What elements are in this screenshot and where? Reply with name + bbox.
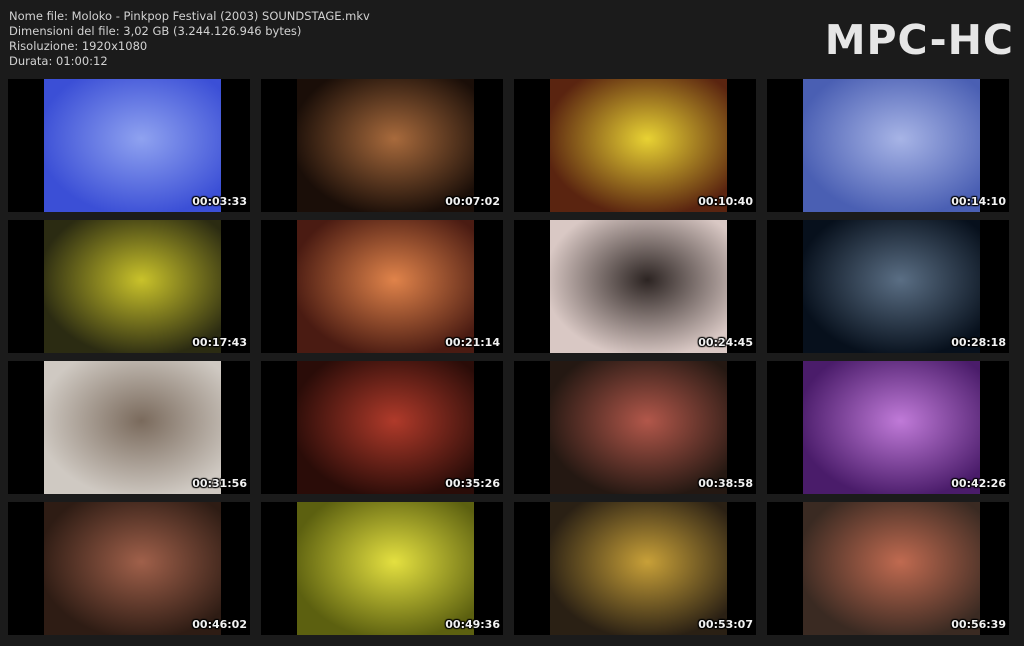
timestamp-label: 00:35:26	[445, 477, 500, 490]
frame-image	[297, 79, 474, 212]
video-thumbnail: 00:24:45	[514, 220, 756, 353]
timestamp-label: 00:17:43	[192, 336, 247, 349]
video-thumbnail: 00:56:39	[767, 502, 1009, 635]
frame-image	[297, 361, 474, 494]
timestamp-label: 00:24:45	[698, 336, 753, 349]
video-thumbnail: 00:03:33	[8, 79, 250, 212]
video-thumbnail: 00:21:14	[261, 220, 503, 353]
frame-image	[297, 502, 474, 635]
frame-image	[550, 220, 727, 353]
timestamp-label: 00:31:56	[192, 477, 247, 490]
video-thumbnail: 00:53:07	[514, 502, 756, 635]
timestamp-label: 00:28:18	[951, 336, 1006, 349]
frame-image	[803, 220, 980, 353]
timestamp-label: 00:53:07	[698, 618, 753, 631]
frame-image	[550, 502, 727, 635]
video-thumbnail: 00:35:26	[261, 361, 503, 494]
frame-image	[44, 79, 221, 212]
resolution-line: Risoluzione: 1920x1080	[9, 39, 148, 53]
video-thumbnail: 00:28:18	[767, 220, 1009, 353]
thumbnail-grid: 00:03:33 00:07:02 00:10:40 00:14:10 00:17:43…	[8, 79, 1009, 635]
video-thumbnail: 00:46:02	[8, 502, 250, 635]
timestamp-label: 00:14:10	[951, 195, 1006, 208]
video-thumbnail: 00:31:56	[8, 361, 250, 494]
timestamp-label: 00:42:26	[951, 477, 1006, 490]
timestamp-label: 00:49:36	[445, 618, 500, 631]
file-size-line: Dimensioni del file: 3,02 GB (3.244.126.…	[9, 24, 302, 38]
video-thumbnail: 00:07:02	[261, 79, 503, 212]
timestamp-label: 00:07:02	[445, 195, 500, 208]
timestamp-label: 00:56:39	[951, 618, 1006, 631]
duration-line: Durata: 01:00:12	[9, 54, 108, 68]
frame-image	[803, 361, 980, 494]
file-info: Nome file: Moloko - Pinkpop Festival (20…	[9, 9, 370, 69]
video-thumbnail: 00:49:36	[261, 502, 503, 635]
frame-image	[44, 361, 221, 494]
video-thumbnail: 00:10:40	[514, 79, 756, 212]
video-thumbnail: 00:42:26	[767, 361, 1009, 494]
file-name-line: Nome file: Moloko - Pinkpop Festival (20…	[9, 9, 370, 23]
video-thumbnail: 00:17:43	[8, 220, 250, 353]
frame-image	[803, 502, 980, 635]
frame-image	[44, 220, 221, 353]
frame-image	[550, 79, 727, 212]
mpc-hc-logo: MPC-HC	[824, 16, 1014, 64]
frame-image	[550, 361, 727, 494]
video-thumbnail: 00:38:58	[514, 361, 756, 494]
frame-image	[297, 220, 474, 353]
timestamp-label: 00:03:33	[192, 195, 247, 208]
timestamp-label: 00:46:02	[192, 618, 247, 631]
timestamp-label: 00:10:40	[698, 195, 753, 208]
frame-image	[44, 502, 221, 635]
video-thumbnail: 00:14:10	[767, 79, 1009, 212]
timestamp-label: 00:21:14	[445, 336, 500, 349]
frame-image	[803, 79, 980, 212]
timestamp-label: 00:38:58	[698, 477, 753, 490]
